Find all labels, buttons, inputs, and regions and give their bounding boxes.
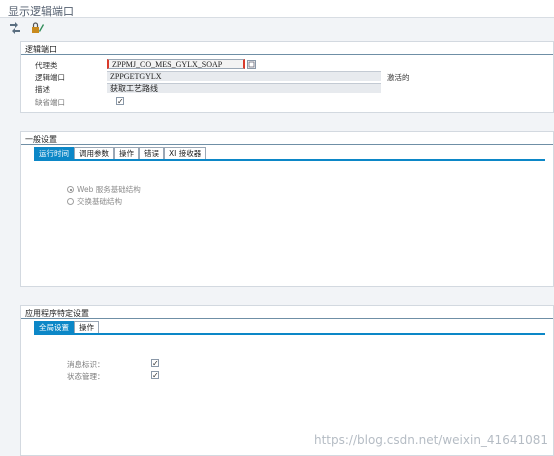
- proxy-class-field[interactable]: ZPPMJ_CO_MES_GYLX_SOAP: [107, 59, 245, 69]
- port-status-text: 激活的: [387, 73, 410, 82]
- general-settings-tabs: 运行时间 调用参数 操作 错误 XI 接收器: [34, 147, 207, 159]
- radio-icon[interactable]: [67, 198, 74, 205]
- proxy-class-label: 代理类: [35, 61, 58, 70]
- group-title-divider: [21, 144, 553, 145]
- tab-operations[interactable]: 操作: [74, 321, 99, 333]
- tab-operations[interactable]: 操作: [114, 147, 139, 159]
- logical-port-field: ZPPGETGYLX: [107, 71, 381, 81]
- group-title-divider: [21, 318, 553, 319]
- logical-port-group: 逻辑端口 代理类 ZPPMJ_CO_MES_GYLX_SOAP 逻辑端口 ZPP…: [20, 41, 554, 113]
- default-port-checkbox[interactable]: ✓: [116, 97, 124, 106]
- group-title-divider: [21, 54, 553, 55]
- description-field: 获取工艺路线: [107, 83, 381, 93]
- status-mgmt-checkbox[interactable]: ✓: [151, 371, 159, 380]
- logical-port-label: 逻辑端口: [35, 73, 65, 82]
- tab-errors[interactable]: 错误: [139, 147, 164, 159]
- message-id-label: 消息标识：: [67, 360, 105, 369]
- tab-global-settings[interactable]: 全局设置: [34, 321, 74, 333]
- option-exchange[interactable]: 交换基础结构: [67, 196, 122, 207]
- tab-underline: [34, 333, 545, 335]
- default-port-label: 缺省端口: [35, 98, 65, 107]
- tab-runtime[interactable]: 运行时间: [34, 147, 74, 159]
- title-bar: 显示逻辑端口: [0, 0, 554, 18]
- tab-xi-receiver[interactable]: XI 接收器: [164, 147, 207, 159]
- lock-pencil-icon[interactable]: [30, 21, 44, 35]
- status-mgmt-label: 状态管理：: [67, 372, 105, 381]
- toolbar: [0, 18, 554, 38]
- tab-call-params[interactable]: 调用参数: [74, 147, 114, 159]
- tab-underline: [34, 159, 545, 161]
- radio-icon[interactable]: [67, 186, 74, 193]
- display-change-icon[interactable]: [8, 21, 22, 35]
- option-exchange-label: 交换基础结构: [77, 197, 122, 206]
- page-title: 显示逻辑端口: [8, 5, 74, 18]
- value-help-icon[interactable]: [247, 60, 256, 69]
- app-settings-tabs: 全局设置 操作: [34, 321, 99, 333]
- message-id-checkbox[interactable]: ✓: [151, 359, 159, 368]
- description-label: 描述: [35, 85, 50, 94]
- option-web-service[interactable]: Web 服务基础结构: [67, 184, 141, 195]
- general-settings-group: 一般设置 运行时间 调用参数 操作 错误 XI 接收器 Web 服务基础结构 交…: [20, 131, 554, 287]
- watermark: https://blog.csdn.net/weixin_41641081: [313, 433, 548, 447]
- option-web-service-label: Web 服务基础结构: [77, 185, 141, 194]
